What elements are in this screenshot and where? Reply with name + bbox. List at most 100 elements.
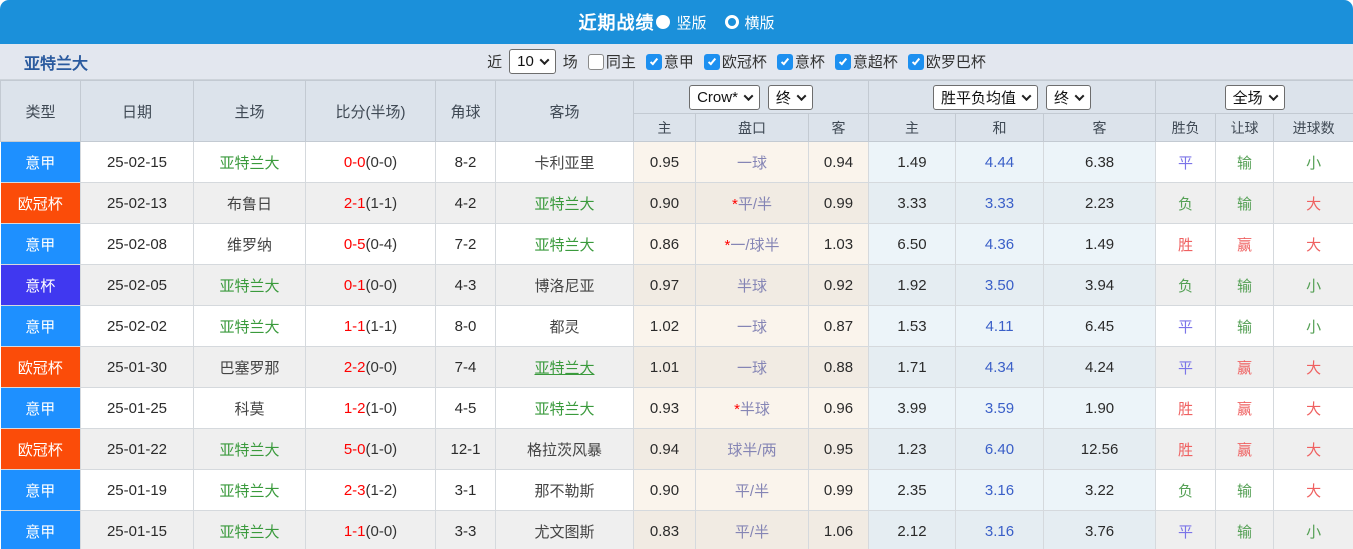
odds-away-cell: 0.94 bbox=[808, 141, 870, 183]
score-cell: 0-1(0-0) bbox=[305, 264, 436, 306]
half-score: (0-0) bbox=[365, 153, 398, 171]
avg-draw-cell: 3.50 bbox=[955, 264, 1045, 306]
checkbox-label[interactable]: 意杯 bbox=[795, 51, 825, 72]
results-table: 类型 日期 主场 比分(半场) 角球 客场 Crow* 终 胜平负均值 终 全场… bbox=[0, 80, 1353, 549]
avg-away-cell: 12.56 bbox=[1043, 428, 1157, 470]
odds-away-cell: 0.96 bbox=[808, 387, 870, 429]
odds-away-cell: 0.88 bbox=[808, 346, 870, 388]
type-badge: 意甲 bbox=[0, 305, 81, 347]
odds-provider-select[interactable]: Crow* bbox=[689, 84, 760, 110]
odds-group-header: Crow* 终 bbox=[632, 80, 870, 114]
table-row: 欧冠杯 25-01-30 巴塞罗那 2-2(0-0) 7-4 亚特兰大 1.01 一球 0.88… bbox=[0, 346, 1353, 388]
result-handicap-cell: 输 bbox=[1215, 305, 1275, 347]
avg-provider-value: 胜平负均值 bbox=[941, 89, 1017, 107]
half-score: (0-0) bbox=[365, 522, 398, 540]
league-filter-checkbox[interactable] bbox=[645, 53, 662, 70]
date-cell: 25-01-22 bbox=[80, 428, 194, 470]
score-cell: 2-1(1-1) bbox=[305, 182, 436, 224]
avg-home-cell: 2.35 bbox=[868, 469, 957, 511]
avg-draw-cell: 4.34 bbox=[955, 346, 1045, 388]
avg-time-select[interactable]: 终 bbox=[1046, 84, 1092, 110]
avg-draw-cell: 6.40 bbox=[955, 428, 1045, 470]
checkbox-label[interactable]: 欧罗巴杯 bbox=[926, 51, 986, 72]
table-row: 意甲 25-02-02 亚特兰大 1-1(1-1) 8-0 都灵 1.02 一球 0.87 1.5… bbox=[0, 305, 1353, 347]
checkmark-icon bbox=[707, 56, 716, 65]
checkbox-label[interactable]: 同主 bbox=[606, 51, 636, 72]
avg-draw-cell: 3.16 bbox=[955, 469, 1045, 511]
corner-cell: 7-2 bbox=[435, 223, 496, 265]
result-wdl-cell: 负 bbox=[1155, 469, 1217, 511]
corner-cell: 4-3 bbox=[435, 264, 496, 306]
matches-label: 场 bbox=[562, 54, 578, 71]
avg-draw-cell: 3.59 bbox=[955, 387, 1045, 429]
odds-away-cell: 0.87 bbox=[808, 305, 870, 347]
result-scope-select[interactable]: 全场 bbox=[1224, 84, 1285, 110]
avg-home-cell: 1.49 bbox=[868, 141, 957, 183]
score-cell: 5-0(1-0) bbox=[305, 428, 436, 470]
home-team-cell: 巴塞罗那 bbox=[193, 346, 306, 388]
league-filter-checkbox[interactable] bbox=[776, 53, 793, 70]
handicap-cell: *一/球半 bbox=[695, 223, 809, 265]
avg-home-cell: 1.92 bbox=[868, 264, 957, 306]
checkmark-icon bbox=[780, 56, 789, 65]
result-handicap-cell: 赢 bbox=[1215, 428, 1275, 470]
vertical-layout-label[interactable]: 竖版 bbox=[676, 12, 706, 33]
away-team-cell: 格拉茨风暴 bbox=[495, 428, 634, 470]
handicap-cell: 一球 bbox=[695, 305, 809, 347]
full-score: 1-1 bbox=[343, 522, 366, 540]
chevron-down-icon bbox=[539, 55, 550, 66]
odds-home-cell: 0.93 bbox=[633, 387, 696, 429]
odds-home-cell: 0.90 bbox=[633, 469, 696, 511]
avg-away-cell: 3.94 bbox=[1043, 264, 1157, 306]
chevron-down-icon bbox=[1074, 90, 1085, 101]
score-cell: 0-5(0-4) bbox=[305, 223, 436, 265]
avg-home-cell: 6.50 bbox=[868, 223, 957, 265]
away-team-cell: 亚特兰大 bbox=[495, 182, 634, 224]
handicap-cell: 球半/两 bbox=[695, 428, 809, 470]
odds-time-select[interactable]: 终 bbox=[767, 84, 813, 110]
home-team-cell: 亚特兰大 bbox=[193, 469, 306, 511]
corner-cell: 4-2 bbox=[435, 182, 496, 224]
odds-home-cell: 0.86 bbox=[633, 223, 696, 265]
league-filter-checkbox[interactable] bbox=[834, 53, 851, 70]
corner-cell: 8-2 bbox=[435, 141, 496, 183]
avg-draw-cell: 4.44 bbox=[955, 141, 1045, 183]
date-cell: 25-02-02 bbox=[80, 305, 194, 347]
horizontal-layout-radio[interactable] bbox=[724, 15, 739, 29]
half-score: (0-0) bbox=[365, 358, 398, 376]
result-handicap-cell: 输 bbox=[1215, 182, 1275, 224]
result-scope-value: 全场 bbox=[1232, 89, 1263, 107]
team-name: 亚特兰大 bbox=[24, 55, 89, 73]
half-score: (1-0) bbox=[365, 440, 398, 458]
checkbox-label[interactable]: 欧冠杯 bbox=[722, 51, 767, 72]
checkbox-label[interactable]: 意超杯 bbox=[853, 51, 898, 72]
vertical-layout-radio[interactable] bbox=[656, 15, 671, 29]
subheader-avg-draw: 和 bbox=[955, 113, 1045, 142]
type-badge: 意甲 bbox=[0, 141, 81, 183]
type-badge: 意甲 bbox=[0, 469, 81, 511]
away-team-cell: 都灵 bbox=[495, 305, 634, 347]
odds-home-cell: 1.01 bbox=[633, 346, 696, 388]
chevron-down-icon bbox=[1268, 90, 1279, 101]
avg-away-cell: 2.23 bbox=[1043, 182, 1157, 224]
horizontal-layout-label[interactable]: 横版 bbox=[745, 12, 775, 33]
away-team-cell[interactable]: 亚特兰大 bbox=[495, 346, 634, 388]
recent-count-select[interactable]: 10 bbox=[509, 49, 556, 74]
handicap-text: 半球 bbox=[736, 277, 767, 295]
result-goals-cell: 大 bbox=[1273, 346, 1353, 388]
full-score: 2-2 bbox=[343, 358, 366, 376]
result-goals-cell: 大 bbox=[1273, 428, 1353, 470]
league-filter-checkbox[interactable] bbox=[907, 53, 924, 70]
away-team-cell: 博洛尼亚 bbox=[495, 264, 634, 306]
same-venue-checkbox[interactable] bbox=[587, 53, 604, 70]
result-wdl-cell: 平 bbox=[1155, 141, 1217, 183]
checkbox-label[interactable]: 意甲 bbox=[664, 51, 694, 72]
table-row: 意杯 25-02-05 亚特兰大 0-1(0-0) 4-3 博洛尼亚 0.97 半球 0.92 1… bbox=[0, 264, 1353, 306]
avg-provider-select[interactable]: 胜平负均值 bbox=[933, 84, 1039, 110]
league-filter-checkbox[interactable] bbox=[703, 53, 720, 70]
subheader-result-wdl: 胜负 bbox=[1155, 113, 1217, 142]
date-cell: 25-02-08 bbox=[80, 223, 194, 265]
subheader-odds-away: 客 bbox=[807, 113, 870, 142]
chevron-down-icon bbox=[1021, 90, 1032, 101]
table-row: 欧冠杯 25-01-22 亚特兰大 5-0(1-0) 12-1 格拉茨风暴 0.94 球半/两… bbox=[0, 428, 1353, 470]
